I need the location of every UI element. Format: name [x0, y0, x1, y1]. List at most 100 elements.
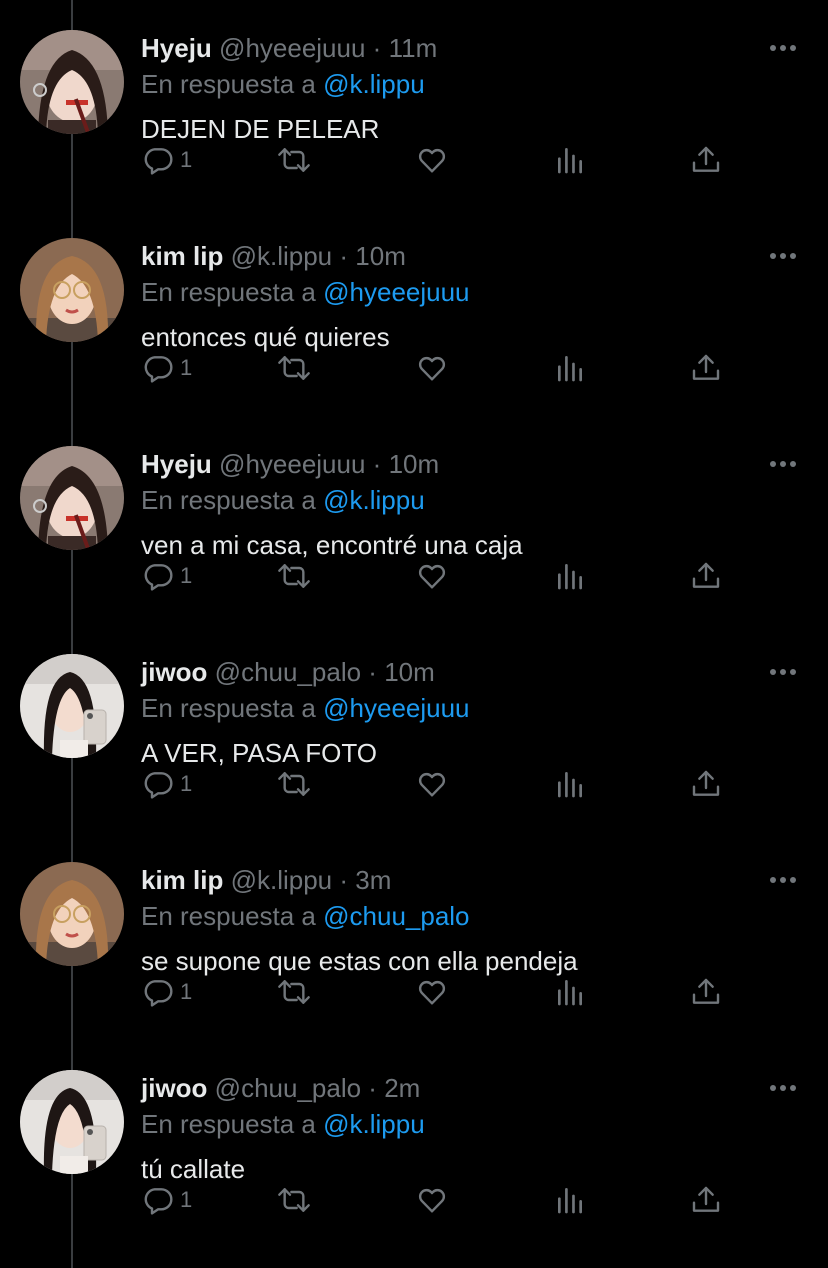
timestamp[interactable]: 2m: [384, 1073, 420, 1103]
action-bar: 1: [0, 1180, 828, 1220]
analytics-button[interactable]: [554, 1180, 586, 1220]
reply-count: 1: [180, 771, 193, 796]
more-icon[interactable]: [768, 246, 798, 266]
display-name[interactable]: jiwoo: [141, 657, 207, 687]
reply-button[interactable]: 1: [142, 556, 192, 596]
action-bar: 1: [0, 972, 828, 1012]
retweet-button[interactable]: [276, 140, 312, 180]
avatar-hyeju[interactable]: [20, 30, 124, 134]
retweet-button[interactable]: [276, 1180, 312, 1220]
tweet-4[interactable]: jiwoo @chuu_palo · 10m En respuesta a @h…: [0, 624, 828, 832]
retweet-icon: [278, 772, 310, 796]
analytics-button[interactable]: [554, 764, 586, 804]
tweet-1[interactable]: Hyeju @hyeeejuuu · 11m En respuesta a @k…: [0, 0, 828, 208]
reply-context: En respuesta a @hyeeejuuu: [141, 691, 470, 725]
analytics-icon: [558, 1188, 582, 1214]
tweet-6[interactable]: jiwoo @chuu_palo · 2m En respuesta a @k.…: [0, 1040, 828, 1248]
display-name[interactable]: jiwoo: [141, 1073, 207, 1103]
analytics-button[interactable]: [554, 556, 586, 596]
like-button[interactable]: [415, 556, 449, 596]
retweet-button[interactable]: [276, 764, 312, 804]
avatar-jiwoo[interactable]: [20, 654, 124, 758]
like-button[interactable]: [415, 140, 449, 180]
like-button[interactable]: [415, 348, 449, 388]
reply-button[interactable]: 1: [142, 1180, 192, 1220]
avatar-kimlip[interactable]: [20, 238, 124, 342]
retweet-icon: [278, 1188, 310, 1212]
avatar-hyeju[interactable]: [20, 446, 124, 550]
user-handle[interactable]: @hyeeejuuu: [219, 449, 365, 479]
user-handle[interactable]: @chuu_palo: [215, 1073, 361, 1103]
tweet-header: jiwoo @chuu_palo · 2m: [141, 1071, 420, 1105]
analytics-button[interactable]: [554, 348, 586, 388]
timestamp[interactable]: 10m: [384, 657, 435, 687]
user-handle[interactable]: @k.lippu: [231, 241, 333, 271]
reply-button[interactable]: 1: [142, 140, 192, 180]
tweet-3[interactable]: Hyeju @hyeeejuuu · 10m En respuesta a @k…: [0, 416, 828, 624]
reply-button[interactable]: 1: [142, 972, 192, 1012]
share-button[interactable]: [690, 1180, 722, 1220]
retweet-icon: [278, 564, 310, 588]
like-button[interactable]: [415, 764, 449, 804]
display-name[interactable]: kim lip: [141, 865, 223, 895]
more-icon[interactable]: [768, 1078, 798, 1098]
tweet-header: Hyeju @hyeeejuuu · 11m: [141, 31, 437, 65]
share-button[interactable]: [690, 972, 722, 1012]
like-icon: [418, 772, 446, 797]
reply-prefix: En respuesta a: [141, 277, 316, 307]
mention-link[interactable]: @k.lippu: [323, 1109, 425, 1139]
like-icon: [418, 980, 446, 1005]
mention-link[interactable]: @hyeeejuuu: [323, 693, 469, 723]
retweet-icon: [278, 148, 310, 172]
mention-link[interactable]: @chuu_palo: [323, 901, 469, 931]
reply-icon: [144, 980, 173, 1007]
share-button[interactable]: [690, 348, 722, 388]
more-icon[interactable]: [768, 38, 798, 58]
reply-icon: [144, 564, 173, 591]
retweet-button[interactable]: [276, 348, 312, 388]
retweet-button[interactable]: [276, 972, 312, 1012]
reply-button[interactable]: 1: [142, 348, 192, 388]
avatar-kimlip[interactable]: [20, 862, 124, 966]
analytics-icon: [558, 772, 582, 798]
mention-link[interactable]: @hyeeejuuu: [323, 277, 469, 307]
timestamp[interactable]: 11m: [389, 33, 438, 63]
avatar-jiwoo[interactable]: [20, 1070, 124, 1174]
mention-link[interactable]: @k.lippu: [323, 485, 425, 515]
reply-prefix: En respuesta a: [141, 1109, 316, 1139]
display-name[interactable]: Hyeju: [141, 449, 212, 479]
analytics-button[interactable]: [554, 140, 586, 180]
like-button[interactable]: [415, 972, 449, 1012]
share-button[interactable]: [690, 764, 722, 804]
analytics-button[interactable]: [554, 972, 586, 1012]
reply-count: 1: [180, 1187, 193, 1212]
more-icon[interactable]: [768, 662, 798, 682]
like-icon: [418, 356, 446, 381]
like-button[interactable]: [415, 1180, 449, 1220]
reply-button[interactable]: 1: [142, 764, 192, 804]
mention-link[interactable]: @k.lippu: [323, 69, 425, 99]
more-icon[interactable]: [768, 454, 798, 474]
timestamp[interactable]: 10m: [355, 241, 406, 271]
tweet-2[interactable]: kim lip @k.lippu · 10m En respuesta a @h…: [0, 208, 828, 416]
share-button[interactable]: [690, 140, 722, 180]
tweet-5[interactable]: kim lip @k.lippu · 3m En respuesta a @ch…: [0, 832, 828, 1040]
reply-prefix: En respuesta a: [141, 69, 316, 99]
display-name[interactable]: kim lip: [141, 241, 223, 271]
user-handle[interactable]: @hyeeejuuu: [219, 33, 365, 63]
share-button[interactable]: [690, 556, 722, 596]
retweet-button[interactable]: [276, 556, 312, 596]
reply-icon: [144, 148, 173, 175]
analytics-icon: [558, 148, 582, 174]
timestamp[interactable]: 10m: [389, 449, 440, 479]
more-icon[interactable]: [768, 870, 798, 890]
like-icon: [418, 1188, 446, 1213]
display-name[interactable]: Hyeju: [141, 33, 212, 63]
share-icon: [692, 978, 720, 1004]
reply-context: En respuesta a @hyeeejuuu: [141, 275, 470, 309]
reply-count: 1: [180, 147, 193, 172]
timestamp[interactable]: 3m: [355, 865, 391, 895]
reply-icon: [144, 772, 173, 799]
user-handle[interactable]: @k.lippu: [231, 865, 333, 895]
user-handle[interactable]: @chuu_palo: [215, 657, 361, 687]
